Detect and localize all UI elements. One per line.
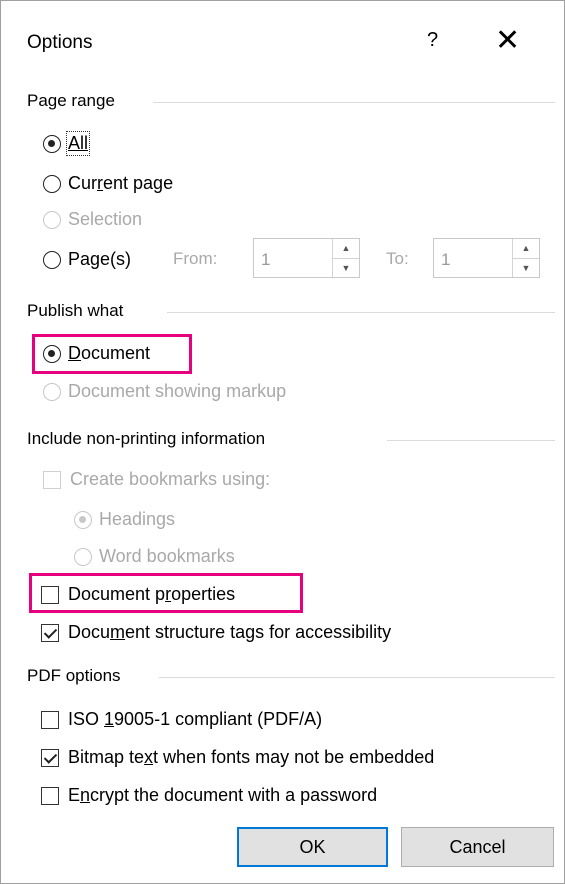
radio-current-page[interactable]: Current page bbox=[43, 173, 173, 194]
radio-document-markup-indicator bbox=[43, 382, 61, 401]
to-spinner-arrows[interactable]: ▲ ▼ bbox=[512, 239, 539, 277]
create-bookmarks-label: Create bookmarks using: bbox=[70, 469, 271, 489]
ok-button[interactable]: OK bbox=[237, 827, 388, 867]
iso-pdfa-label: ISO 19005-1 compliant (PDF/A) bbox=[68, 709, 323, 729]
pdf-options-heading: PDF options bbox=[27, 666, 121, 685]
radio-pages-indicator[interactable] bbox=[43, 250, 61, 269]
radio-current-page-indicator[interactable] bbox=[43, 174, 61, 193]
document-properties-label: Document properties bbox=[68, 584, 236, 604]
checkbox-bitmap-text[interactable]: Bitmap text when fonts may not be embedd… bbox=[41, 747, 434, 768]
close-icon[interactable]: ✕ bbox=[495, 23, 520, 58]
structure-tags-label: Document structure tags for accessibilit… bbox=[68, 622, 392, 642]
non-printing-heading: Include non-printing information bbox=[27, 429, 266, 448]
radio-word-bookmarks-label: Word bookmarks bbox=[99, 546, 235, 566]
create-bookmarks-checkbox bbox=[43, 470, 61, 489]
checkbox-create-bookmarks: Create bookmarks using: bbox=[43, 469, 270, 490]
radio-all[interactable]: All bbox=[43, 131, 91, 156]
non-printing-divider bbox=[387, 440, 555, 441]
radio-selection: Selection bbox=[43, 209, 142, 230]
pdf-options-divider bbox=[159, 677, 555, 678]
encrypt-label: Encrypt the document with a password bbox=[68, 785, 378, 805]
radio-document-markup-label: Document showing markup bbox=[68, 381, 287, 401]
radio-document-indicator[interactable] bbox=[43, 344, 61, 363]
checkbox-structure-tags[interactable]: Document structure tags for accessibilit… bbox=[41, 622, 391, 643]
page-range-heading: Page range bbox=[27, 91, 115, 110]
radio-all-indicator[interactable] bbox=[43, 134, 61, 153]
radio-document[interactable]: Document bbox=[43, 343, 150, 364]
bitmap-text-label: Bitmap text when fonts may not be embedd… bbox=[68, 747, 435, 767]
radio-document-markup: Document showing markup bbox=[43, 381, 286, 402]
from-label: From: bbox=[173, 249, 218, 268]
checkbox-encrypt[interactable]: Encrypt the document with a password bbox=[41, 785, 377, 806]
spin-down-icon[interactable]: ▼ bbox=[333, 259, 359, 278]
radio-all-label: All bbox=[65, 131, 91, 156]
bitmap-text-checkbox[interactable] bbox=[41, 748, 59, 767]
help-button[interactable]: ? bbox=[427, 29, 438, 52]
radio-headings: Headings bbox=[74, 509, 175, 530]
dialog-title: Options bbox=[27, 32, 93, 53]
from-spinner[interactable]: 1 ▲ ▼ bbox=[253, 238, 360, 278]
document-properties-checkbox[interactable] bbox=[41, 585, 59, 604]
page-range-divider bbox=[153, 102, 555, 103]
publish-what-heading: Publish what bbox=[27, 301, 124, 320]
encrypt-checkbox[interactable] bbox=[41, 786, 59, 805]
radio-headings-indicator bbox=[74, 510, 92, 529]
radio-pages[interactable]: Page(s) bbox=[43, 249, 131, 270]
spin-up-icon[interactable]: ▲ bbox=[513, 239, 539, 259]
spin-down-icon[interactable]: ▼ bbox=[513, 259, 539, 278]
radio-document-label: Document bbox=[68, 343, 151, 363]
from-value[interactable]: 1 bbox=[254, 239, 332, 277]
checkbox-iso-pdfa[interactable]: ISO 19005-1 compliant (PDF/A) bbox=[41, 709, 322, 730]
checkbox-document-properties[interactable]: Document properties bbox=[41, 584, 235, 605]
radio-word-bookmarks: Word bookmarks bbox=[74, 546, 235, 567]
from-spinner-arrows[interactable]: ▲ ▼ bbox=[332, 239, 359, 277]
radio-selection-indicator bbox=[43, 210, 61, 229]
radio-pages-label: Page(s) bbox=[68, 249, 132, 269]
to-value[interactable]: 1 bbox=[434, 239, 512, 277]
radio-headings-label: Headings bbox=[99, 509, 176, 529]
options-dialog: Options ? ✕ Page range All Current page … bbox=[0, 0, 565, 884]
cancel-button[interactable]: Cancel bbox=[401, 827, 554, 867]
publish-what-divider bbox=[167, 312, 555, 313]
radio-selection-label: Selection bbox=[68, 209, 143, 229]
radio-current-page-label: Current page bbox=[68, 173, 174, 193]
structure-tags-checkbox[interactable] bbox=[41, 623, 59, 642]
spin-up-icon[interactable]: ▲ bbox=[333, 239, 359, 259]
radio-word-bookmarks-indicator bbox=[74, 547, 92, 566]
iso-pdfa-checkbox[interactable] bbox=[41, 710, 59, 729]
to-spinner[interactable]: 1 ▲ ▼ bbox=[433, 238, 540, 278]
to-label: To: bbox=[386, 249, 409, 268]
